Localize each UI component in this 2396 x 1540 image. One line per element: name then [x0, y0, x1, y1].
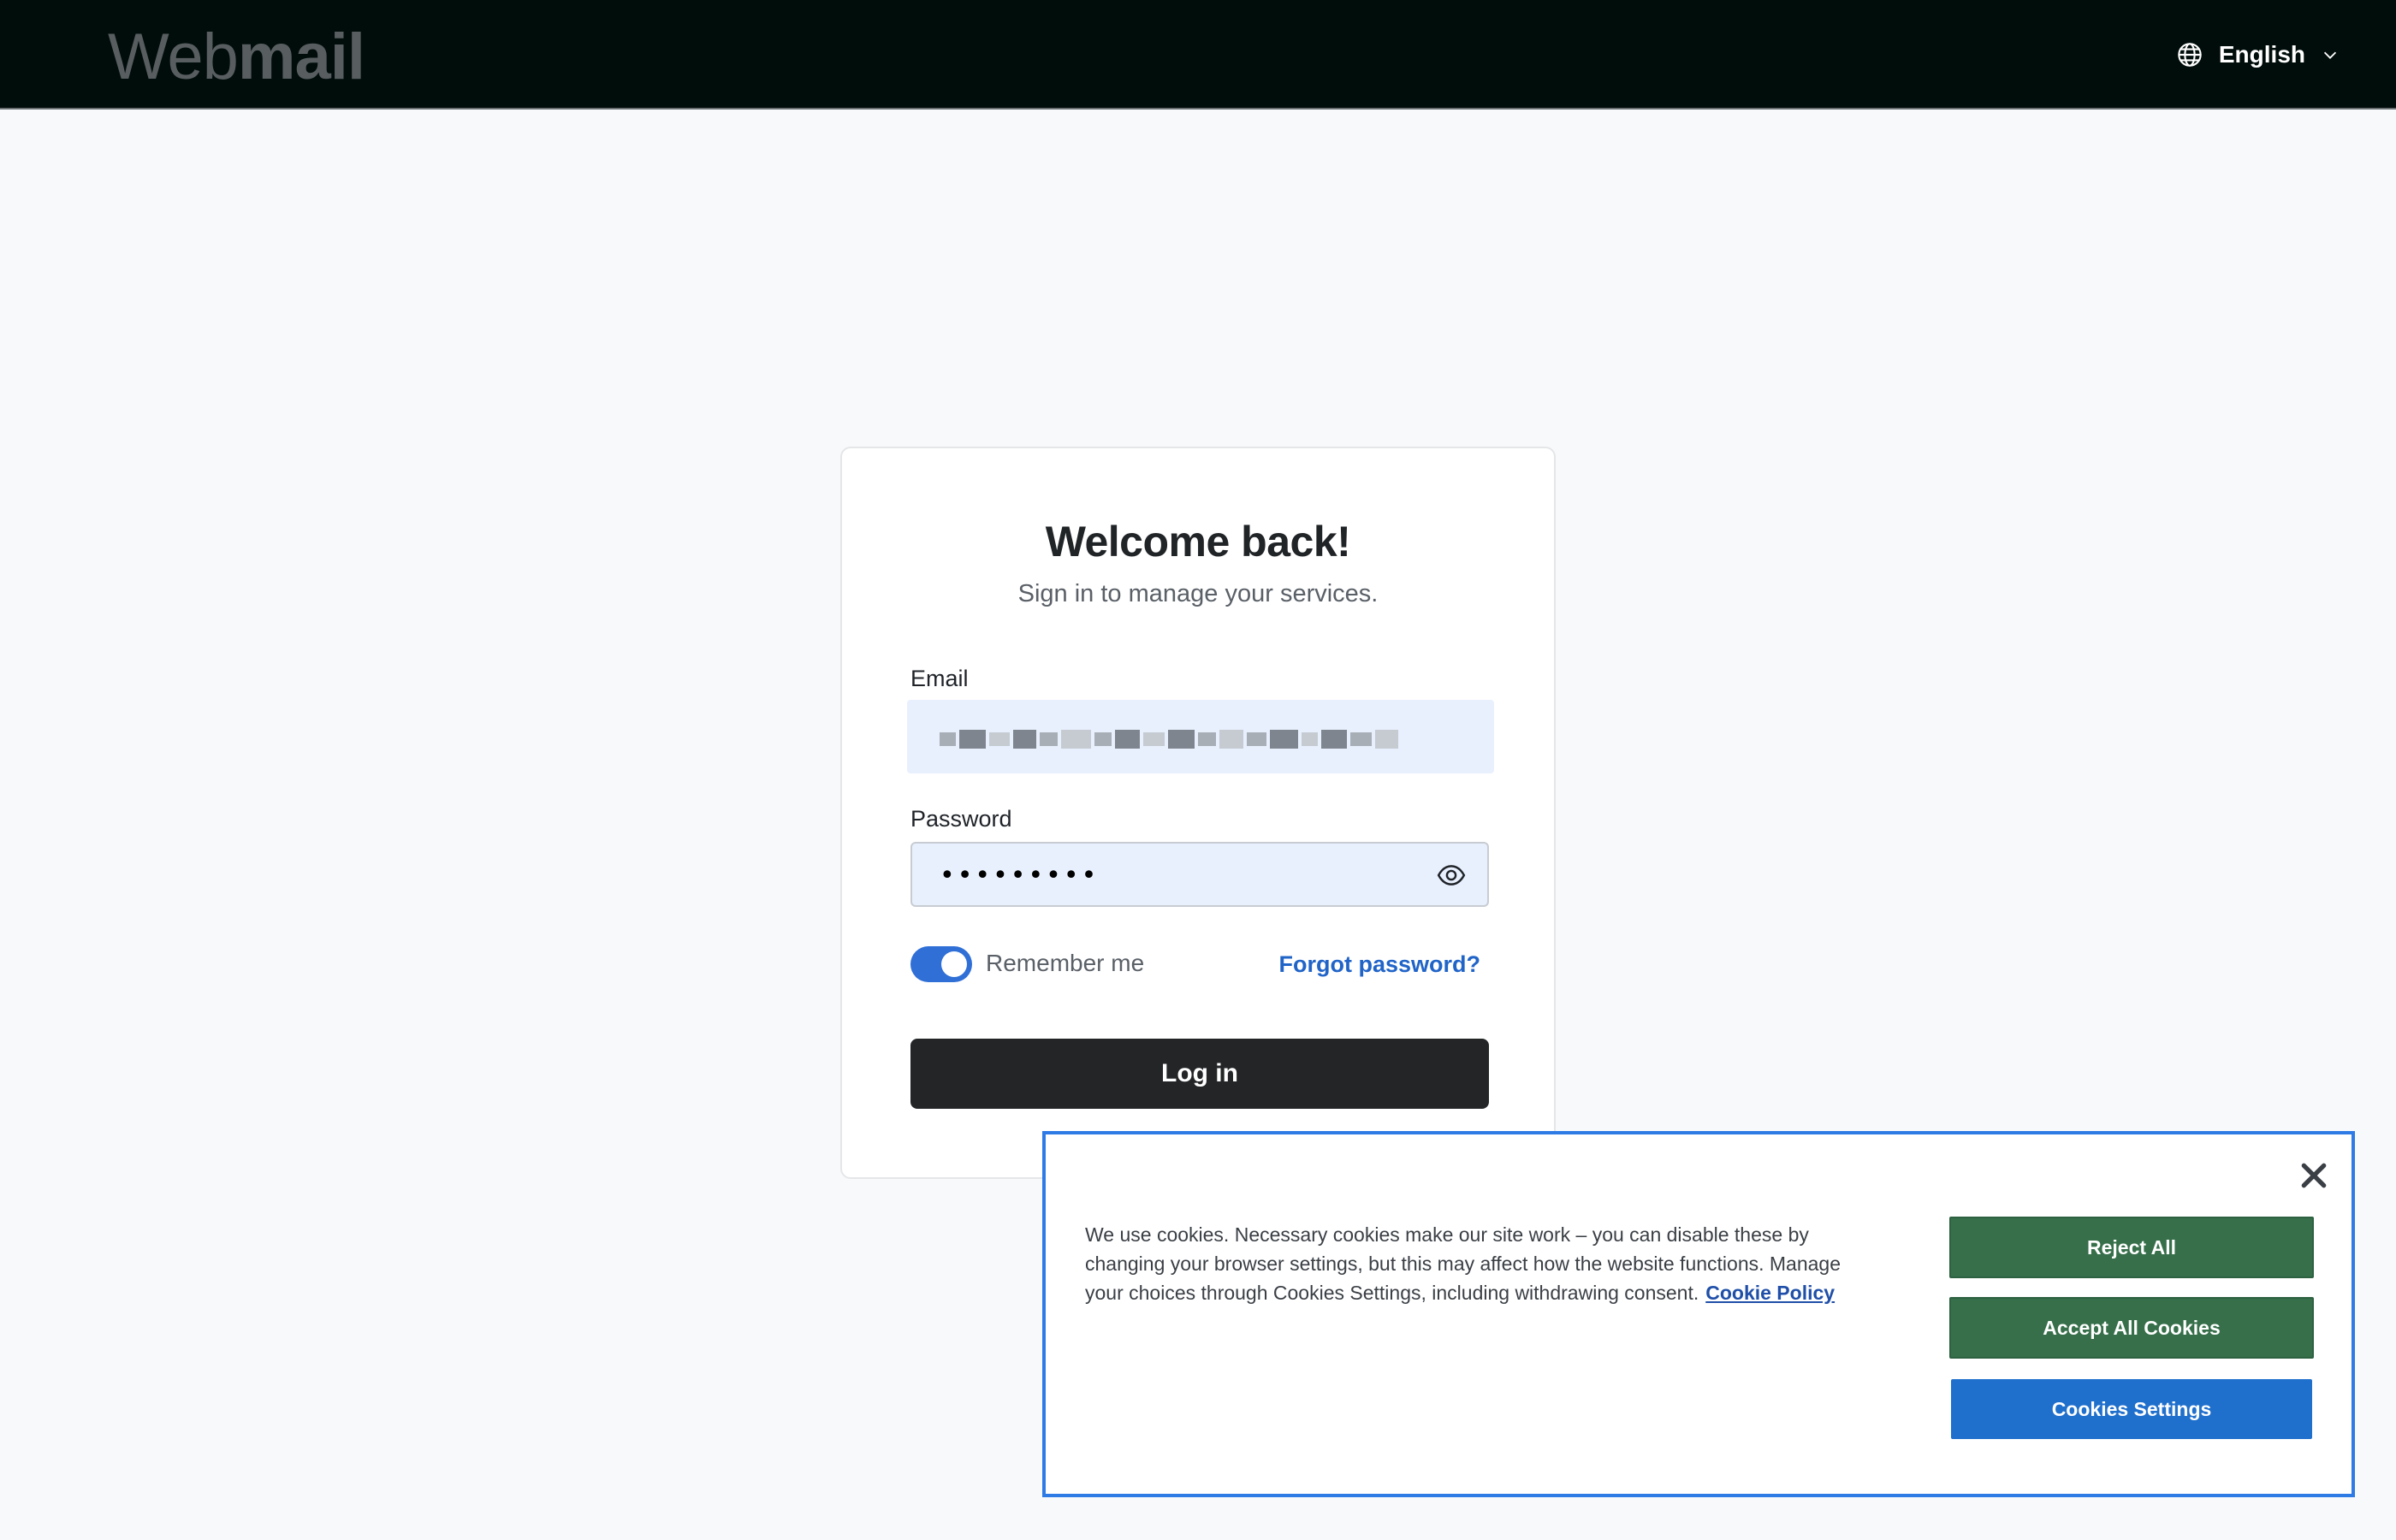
- login-button[interactable]: Log in: [910, 1039, 1489, 1109]
- remember-me-label: Remember me: [986, 950, 1145, 976]
- page-title: Welcome back!: [1045, 518, 1351, 566]
- page-subtitle: Sign in to manage your services.: [1017, 580, 1379, 607]
- logo-text-web: Web: [108, 21, 239, 93]
- email-field[interactable]: [907, 700, 1494, 773]
- email-label: Email: [910, 666, 969, 691]
- close-icon[interactable]: [2297, 1158, 2331, 1193]
- language-label: English: [2218, 41, 2305, 68]
- eye-icon[interactable]: [1436, 861, 1467, 890]
- top-bar: Webmail English: [0, 0, 2396, 110]
- password-field[interactable]: •••••••••: [910, 842, 1489, 907]
- globe-icon: [2178, 43, 2202, 67]
- logo-text-mail: mail: [237, 21, 365, 93]
- accept-all-cookies-button[interactable]: Accept All Cookies: [1949, 1297, 2314, 1359]
- reject-all-button[interactable]: Reject All: [1949, 1217, 2314, 1278]
- cookie-policy-link[interactable]: Cookie Policy: [1705, 1282, 1835, 1304]
- cookie-message: We use cookies. Necessary cookies make o…: [1085, 1220, 1881, 1307]
- webmail-logo[interactable]: Webmail: [108, 19, 365, 96]
- password-value: •••••••••: [940, 861, 1100, 891]
- language-selector[interactable]: English: [2176, 33, 2340, 77]
- remember-row: Remember me Forgot password?: [910, 945, 1489, 987]
- login-card: Welcome back! Sign in to manage your ser…: [840, 447, 1556, 1179]
- remember-me-toggle[interactable]: [910, 946, 972, 982]
- forgot-password-link[interactable]: Forgot password?: [1279, 951, 1481, 978]
- cookies-settings-button[interactable]: Cookies Settings: [1951, 1379, 2312, 1439]
- chevron-down-icon: [2323, 51, 2337, 59]
- cookie-banner: We use cookies. Necessary cookies make o…: [1042, 1131, 2355, 1497]
- password-label: Password: [910, 806, 1012, 832]
